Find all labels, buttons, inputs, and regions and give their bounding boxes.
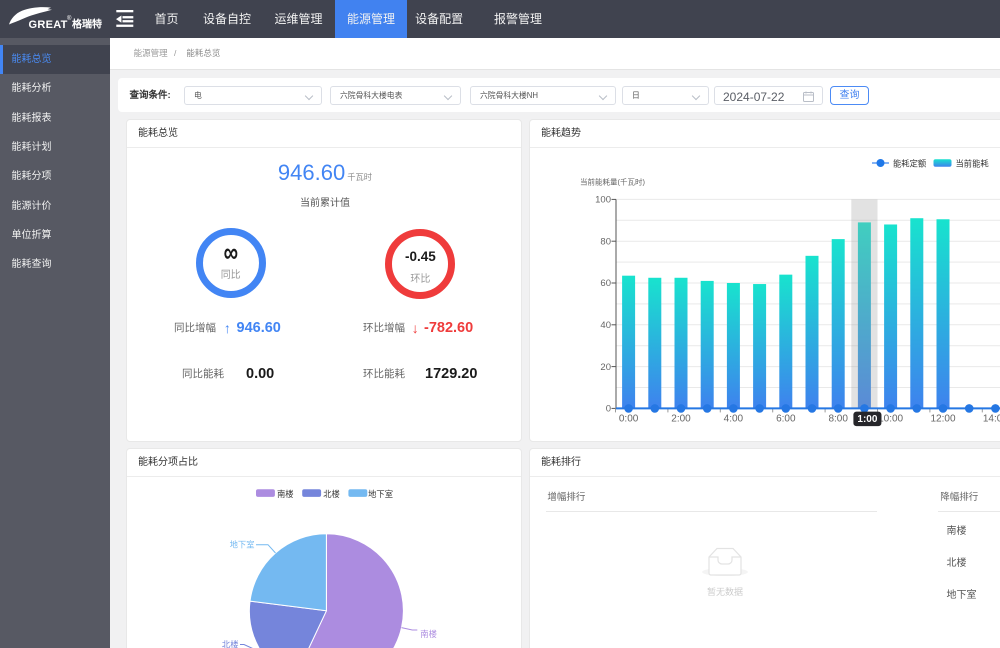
svg-text:2:00: 2:00 <box>671 414 691 425</box>
svg-text:6:00: 6:00 <box>776 414 796 425</box>
svg-text:0: 0 <box>606 404 611 415</box>
svg-text:北楼: 北楼 <box>222 640 239 648</box>
svg-text:1:00: 1:00 <box>857 414 877 425</box>
svg-text:能耗定额: 能耗定额 <box>893 159 927 169</box>
svg-text:100: 100 <box>595 195 611 206</box>
svg-text:地下室: 地下室 <box>368 489 393 499</box>
svg-text:80: 80 <box>600 236 611 247</box>
svg-text:GREAT: GREAT <box>29 19 68 31</box>
svg-text:0:00: 0:00 <box>619 414 639 425</box>
svg-text:地下室: 地下室 <box>230 540 255 550</box>
svg-text:40: 40 <box>600 320 611 331</box>
svg-text:当前能耗量(千瓦时): 当前能耗量(千瓦时) <box>580 177 645 187</box>
svg-text:当前能耗: 当前能耗 <box>956 159 990 169</box>
svg-text:14:00: 14:00 <box>983 414 1000 425</box>
svg-text:8:00: 8:00 <box>828 414 848 425</box>
svg-text:南楼: 南楼 <box>420 629 437 639</box>
svg-text:60: 60 <box>600 278 611 289</box>
svg-text:20: 20 <box>600 362 611 373</box>
svg-text:北楼: 北楼 <box>323 489 340 499</box>
svg-text:4:00: 4:00 <box>724 414 744 425</box>
svg-text:格瑞特: 格瑞特 <box>72 18 102 31</box>
svg-text:12:00: 12:00 <box>930 414 955 425</box>
svg-text:南楼: 南楼 <box>277 489 294 499</box>
svg-text:10:00: 10:00 <box>878 414 903 425</box>
